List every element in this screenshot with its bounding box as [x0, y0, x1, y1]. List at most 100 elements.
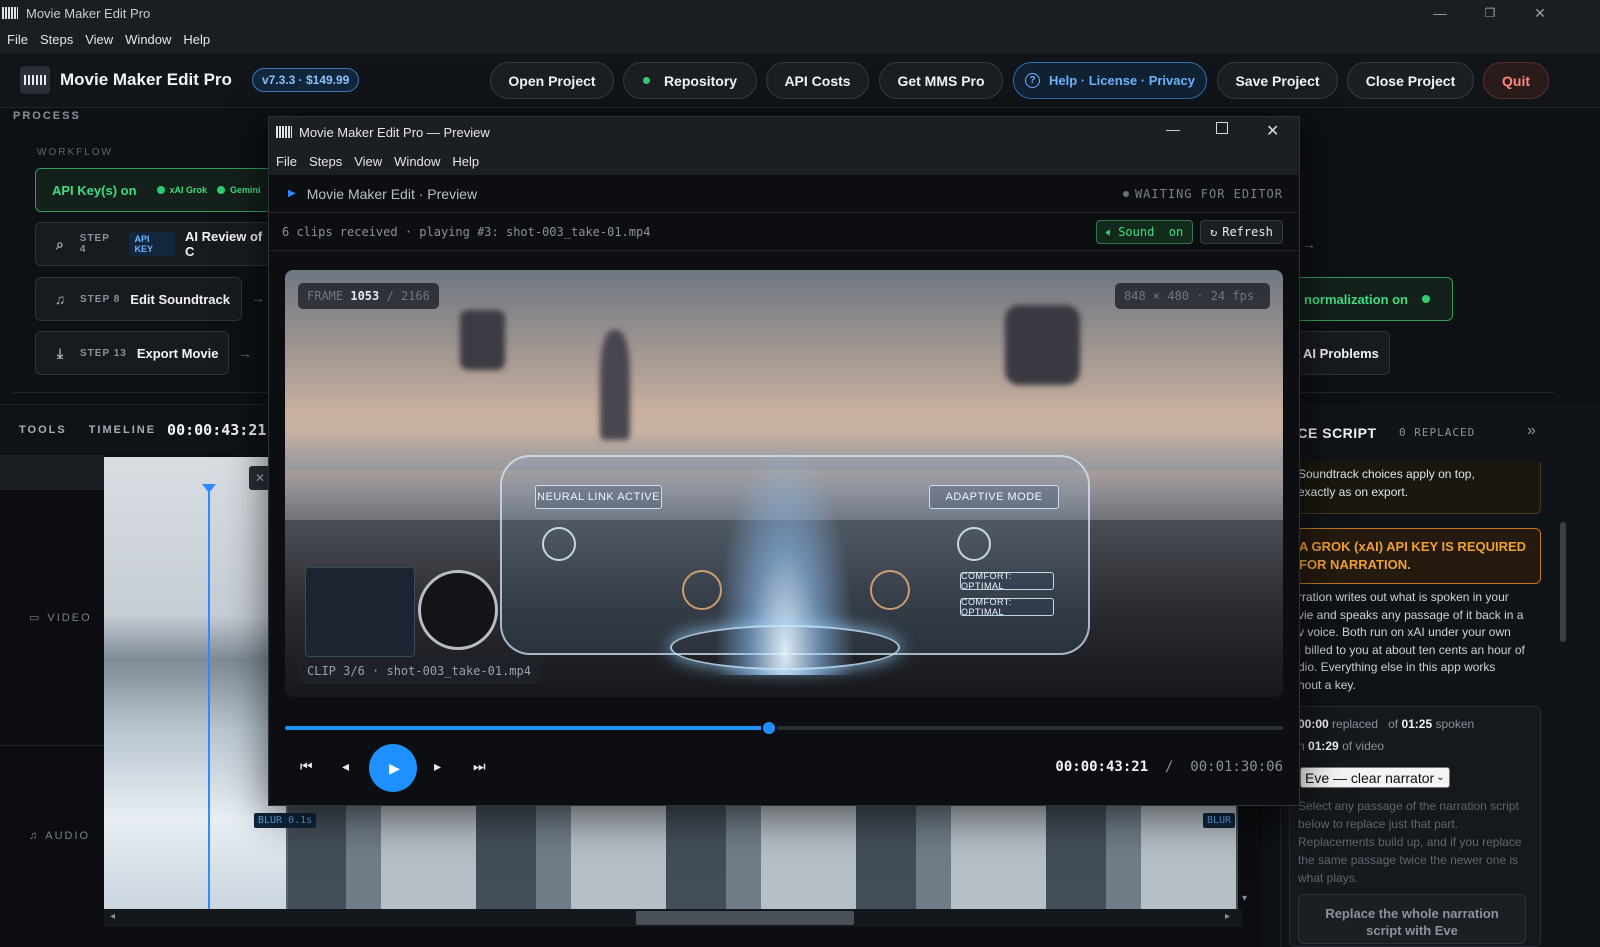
minimize-icon[interactable]: — [1166, 121, 1180, 137]
open-project-button[interactable]: Open Project [490, 62, 614, 99]
hud-neural-link: NEURAL LINK ACTIVE [535, 485, 662, 509]
track-header [0, 455, 104, 490]
menu-help[interactable]: Help [183, 32, 210, 47]
menu-window[interactable]: Window [125, 32, 171, 47]
panel-title: ICE SCRIPT [1293, 425, 1377, 441]
menu-steps[interactable]: Steps [309, 154, 342, 169]
collapse-icon[interactable]: » [1527, 422, 1536, 440]
voice-select[interactable]: Eve — clear narrator ⌄ [1300, 767, 1450, 788]
replace-hint: Select any passage of the narration scri… [1298, 799, 1522, 885]
waiting-status: WAITING FOR EDITOR [1122, 187, 1283, 201]
progress-handle[interactable] [761, 720, 778, 736]
status-dot-icon [1122, 191, 1129, 197]
workflow-label: WORKFLOW [37, 147, 113, 158]
scrollbar-thumb[interactable] [636, 911, 854, 925]
menu-view[interactable]: View [85, 32, 113, 47]
step-back-icon[interactable]: ◂ [342, 758, 349, 775]
menu-file[interactable]: File [276, 154, 297, 169]
hud-comfort: COMFORT: OPTIMAL [960, 597, 1054, 617]
maximize-icon[interactable] [1216, 122, 1228, 134]
preview-header-title: Movie Maker Edit · Preview [306, 185, 478, 202]
playhead-marker-icon[interactable] [202, 484, 216, 493]
video-track-label: ▭ VIDEO [29, 611, 92, 625]
gemini-status-icon [217, 186, 226, 194]
speaker-icon: 🔈︎ [1106, 224, 1114, 239]
repository-button[interactable]: Repository [623, 62, 757, 99]
skip-start-icon[interactable]: ⏮︎ [300, 758, 313, 775]
hud-adaptive-mode: ADAPTIVE MODE [929, 485, 1059, 509]
floating-object [600, 330, 630, 440]
api-key-warning: A GROK (xAI) API KEY IS REQUIRED FOR NAR… [1289, 528, 1541, 584]
menu-steps[interactable]: Steps [40, 32, 73, 47]
progress-fill [285, 726, 770, 730]
window-titlebar: Movie Maker Edit Pro — ❐ ✕ [0, 0, 1600, 26]
resolution-chip: 848 × 480 · 24 fps [1115, 283, 1270, 309]
video-frame[interactable]: NEURAL LINK ACTIVE ADAPTIVE MODE COMFORT… [285, 270, 1283, 697]
music-note-icon: ♫ [54, 291, 66, 307]
api-key-badge: API KEY [129, 232, 175, 256]
video-clip-thumbnail[interactable] [104, 457, 288, 909]
sound-toggle-button[interactable]: 🔈︎ Sound on [1096, 220, 1194, 244]
panel-scrollbar[interactable] [1560, 522, 1566, 642]
save-project-button[interactable]: Save Project [1217, 62, 1338, 99]
preview-menu-bar: File Steps View Window Help [269, 147, 1299, 175]
get-pro-button[interactable]: Get MMS Pro [879, 62, 1003, 99]
version-badge: v7.3.3 · $149.99 [251, 68, 360, 92]
arrow-icon: → [238, 345, 252, 361]
step-8-edit-soundtrack[interactable]: ♫ STEP 8 Edit Soundtrack [35, 277, 242, 321]
scroll-right-icon[interactable]: ▸ [1225, 911, 1230, 922]
minimize-icon[interactable]: — [1416, 0, 1464, 26]
hud-ring [670, 625, 900, 670]
audio-clip-strip[interactable] [286, 806, 1238, 909]
close-project-button[interactable]: Close Project [1347, 62, 1474, 99]
close-icon[interactable]: ✕ [1266, 121, 1279, 141]
scroll-down-icon[interactable]: ▾ [1242, 893, 1247, 904]
quit-button[interactable]: Quit [1483, 62, 1549, 99]
scroll-left-icon[interactable]: ◂ [110, 911, 115, 922]
timeline-label: TIMELINE [88, 423, 157, 436]
api-costs-button[interactable]: API Costs [766, 62, 869, 99]
refresh-button[interactable]: ↻ Refresh [1200, 220, 1283, 244]
app-logo [20, 66, 50, 94]
step-forward-icon[interactable]: ▸ [434, 758, 441, 775]
blur-badge: BLUR 0.1s [254, 813, 317, 828]
api-keys-step[interactable]: API Key(s) on xAI Grok Gemini [35, 168, 275, 212]
menu-view[interactable]: View [354, 154, 382, 169]
voice-script-panel: ICE SCRIPT 0 REPLACED » Soundtrack choic… [1280, 404, 1600, 947]
step-4-ai-review[interactable]: ⌕ STEP 4 API KEY AI Review of C [35, 222, 275, 266]
restore-icon[interactable]: ❐ [1466, 0, 1514, 26]
replaced-count: 0 REPLACED [1399, 426, 1476, 439]
playhead[interactable] [208, 488, 210, 909]
speedometer [418, 570, 498, 650]
preview-title: Movie Maker Edit Pro — Preview [299, 124, 490, 140]
menu-bar: File Steps View Window Help [0, 26, 1600, 53]
floating-object [460, 310, 505, 370]
help-license-button[interactable]: ? Help · License · Privacy [1013, 62, 1207, 99]
preview-status-bar: 6 clips received · playing #3: shot-003_… [269, 213, 1299, 251]
menu-file[interactable]: File [7, 32, 28, 47]
process-label: PROCESS [13, 110, 81, 122]
skip-end-icon[interactable]: ⏭︎ [473, 758, 486, 775]
play-button[interactable]: ▶ [369, 744, 417, 792]
arrow-icon: → [251, 290, 265, 306]
normalization-step[interactable]: normalization on [1290, 277, 1453, 321]
status-dot-icon [642, 77, 650, 84]
step-13-export-movie[interactable]: ⤓ STEP 13 Export Movie [35, 331, 229, 375]
help-icon: ? [1025, 73, 1041, 88]
tools-label: TOOLS [19, 423, 67, 436]
progress-track[interactable] [285, 720, 1283, 736]
close-icon[interactable]: ✕ [1516, 0, 1564, 26]
divider [0, 745, 104, 746]
clip-chip: CLIP 3/6 · shot-003_take-01.mp4 [298, 658, 540, 684]
app-icon [2, 7, 18, 19]
menu-window[interactable]: Window [394, 154, 440, 169]
ai-problems-step[interactable]: AI Problems [1290, 331, 1390, 375]
refresh-icon: ↻ [1210, 225, 1218, 239]
play-indicator-icon: ▶ [288, 188, 296, 199]
arrow-icon: → [1302, 236, 1316, 252]
replace-whole-script-button[interactable]: Replace the whole narration script with … [1298, 894, 1526, 944]
frame-counter: FRAME 1053 / 2166 [298, 283, 439, 309]
play-icon: ▶ [389, 759, 400, 776]
menu-help[interactable]: Help [452, 154, 479, 169]
horizontal-scrollbar[interactable]: ◂ ▸ [104, 909, 1242, 927]
